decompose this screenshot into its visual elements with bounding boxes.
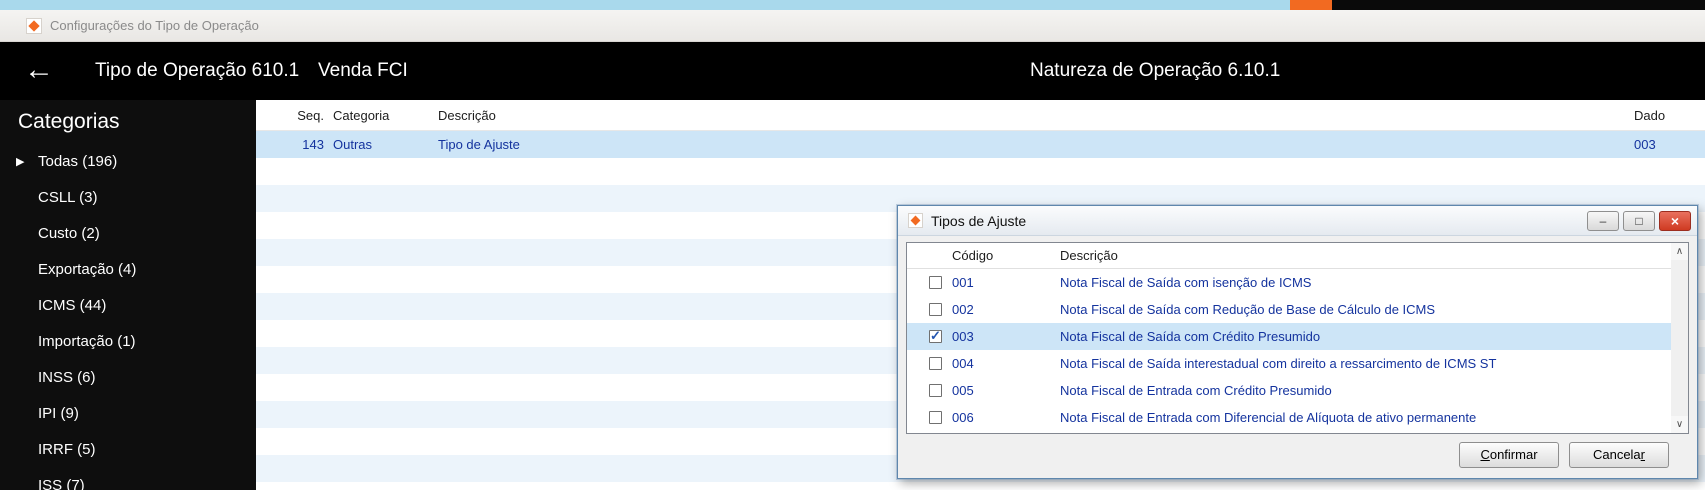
background-window-strip (0, 0, 1705, 10)
list-row-006[interactable]: 006 Nota Fiscal de Entrada com Diferenci… (907, 404, 1671, 431)
maximize-button[interactable]: □ (1623, 211, 1655, 231)
list-scrollbar[interactable]: ∧ ∨ (1671, 243, 1688, 433)
col-header-seq: Seq. (297, 108, 324, 123)
cell-descricao: Tipo de Ajuste (438, 137, 520, 152)
sidebar-item-label: Exportação (4) (38, 261, 137, 278)
ajustes-list: Código Descrição 001 Nota Fiscal de Saíd… (906, 242, 1689, 434)
row-descricao: Nota Fiscal de Saída com Redução de Base… (1060, 302, 1436, 317)
row-checkbox[interactable] (929, 276, 942, 289)
scroll-up-icon[interactable]: ∧ (1671, 243, 1688, 260)
row-checkbox[interactable] (929, 384, 942, 397)
list-col-descricao: Descrição (1060, 248, 1118, 263)
col-header-dado: Dado (1634, 108, 1666, 123)
table-row-selected[interactable]: 143 Outras Tipo de Ajuste 003 (256, 131, 1705, 158)
sidebar-item-label: IPI (9) (38, 405, 79, 422)
back-button[interactable]: ← (24, 42, 54, 100)
sidebar-item-csll[interactable]: CSLL (3) (0, 180, 256, 216)
row-descricao: Nota Fiscal de Entrada com Diferencial d… (1060, 410, 1477, 425)
tipos-de-ajuste-dialog: Tipos de Ajuste – □ × Código Descrição 0… (897, 205, 1698, 479)
row-checkbox[interactable] (929, 328, 942, 344)
strip-black (1332, 0, 1705, 10)
sidebar-item-inss[interactable]: INSS (6) (0, 360, 256, 396)
sidebar-item-custo[interactable]: Custo (2) (0, 216, 256, 252)
list-row-002[interactable]: 002 Nota Fiscal de Saída com Redução de … (907, 296, 1671, 323)
list-row-001[interactable]: 001 Nota Fiscal de Saída com isenção de … (907, 269, 1671, 296)
operation-nature: Natureza de Operação 6.10.1 (1030, 60, 1281, 81)
list-header-row: Código Descrição (907, 243, 1688, 269)
table-header-row: Seq. Categoria Descrição Dado (256, 100, 1705, 131)
col-header-descricao: Descrição (438, 108, 496, 123)
sidebar-item-irrf[interactable]: IRRF (5) (0, 432, 256, 468)
operation-header: ← Tipo de Operação 610.1 Venda FCI Natur… (0, 42, 1705, 100)
dialog-titlebar[interactable]: Tipos de Ajuste – □ × (898, 206, 1697, 236)
confirm-accel: C (1480, 447, 1490, 462)
cancel-pre: Cancela (1592, 447, 1641, 462)
list-row-005[interactable]: 005 Nota Fiscal de Entrada com Crédito P… (907, 377, 1671, 404)
row-descricao: Nota Fiscal de Saída interestadual com d… (1060, 356, 1497, 371)
row-checkbox[interactable] (929, 303, 942, 316)
sidebar-item-label: Importação (1) (38, 333, 136, 350)
sidebar-item-ipi[interactable]: IPI (9) (0, 396, 256, 432)
sidebar-item-label: IRRF (5) (38, 441, 96, 458)
sidebar-item-label: INSS (6) (38, 369, 96, 386)
dialog-title: Tipos de Ajuste (931, 212, 1027, 229)
sidebar-title: Categorias (18, 110, 120, 133)
list-col-codigo: Código (952, 248, 994, 263)
dialog-app-icon (908, 213, 923, 228)
operation-title: Tipo de Operação 610.1 (95, 60, 300, 81)
list-row-003[interactable]: 003 Nota Fiscal de Saída com Crédito Pre… (907, 323, 1671, 350)
cell-seq: 143 (302, 137, 324, 152)
row-codigo: 006 (952, 410, 974, 425)
expand-triangle-icon: ▶ (16, 156, 25, 168)
list-row-004[interactable]: 004 Nota Fiscal de Saída interestadual c… (907, 350, 1671, 377)
row-codigo: 002 (952, 302, 974, 317)
sidebar-item-label: Custo (2) (38, 225, 100, 242)
list-rows: 001 Nota Fiscal de Saída com isenção de … (907, 269, 1671, 431)
cancel-button[interactable]: Cancelar (1569, 442, 1669, 468)
dialog-buttons: Confirmar Cancelar (1459, 442, 1669, 468)
row-checkbox[interactable] (929, 411, 942, 424)
minimize-button[interactable]: – (1587, 211, 1619, 231)
row-codigo: 001 (952, 275, 974, 290)
row-descricao: Nota Fiscal de Saída com isenção de ICMS (1060, 275, 1312, 290)
sidebar-item-exportacao[interactable]: Exportação (4) (0, 252, 256, 288)
sidebar-item-icms[interactable]: ICMS (44) (0, 288, 256, 324)
sidebar-item-todas[interactable]: ▶ Todas (196) (0, 144, 256, 180)
row-checkbox[interactable] (929, 357, 942, 370)
row-codigo: 004 (952, 356, 974, 371)
confirm-rest: onfirmar (1489, 447, 1538, 462)
sidebar-item-importacao[interactable]: Importação (1) (0, 324, 256, 360)
col-header-categoria: Categoria (333, 108, 390, 123)
close-button[interactable]: × (1659, 211, 1691, 231)
row-codigo: 003 (952, 329, 974, 344)
window-titlebar[interactable]: Configurações do Tipo de Operação (0, 10, 1705, 42)
screen: Configurações do Tipo de Operação ← Tipo… (0, 0, 1705, 490)
dialog-window-buttons: – □ × (1587, 211, 1691, 231)
operation-subtitle: Venda FCI (318, 60, 408, 81)
sidebar-items: ▶ Todas (196) CSLL (3) Custo (2) Exporta… (0, 144, 256, 490)
categories-sidebar: Categorias ▶ Todas (196) CSLL (3) Custo … (0, 100, 256, 490)
row-descricao: Nota Fiscal de Saída com Crédito Presumi… (1060, 329, 1321, 344)
scroll-down-icon[interactable]: ∨ (1671, 416, 1688, 433)
cancel-accel: r (1640, 447, 1646, 462)
window-title: Configurações do Tipo de Operação (50, 18, 259, 33)
cell-dado: 003 (1634, 137, 1656, 152)
sidebar-item-label: Todas (196) (38, 153, 118, 170)
sidebar-item-label: ISS (7) (38, 477, 85, 490)
sidebar-item-label: ICMS (44) (38, 297, 107, 314)
cell-categoria: Outras (333, 137, 373, 152)
sidebar-item-label: CSLL (3) (38, 189, 98, 206)
row-descricao: Nota Fiscal de Entrada com Crédito Presu… (1060, 383, 1332, 398)
row-codigo: 005 (952, 383, 974, 398)
confirm-button[interactable]: Confirmar (1459, 442, 1559, 468)
strip-orange (1290, 0, 1332, 10)
app-icon (26, 17, 42, 34)
sidebar-item-iss[interactable]: ISS (7) (0, 468, 256, 490)
strip-blue (0, 0, 1290, 10)
